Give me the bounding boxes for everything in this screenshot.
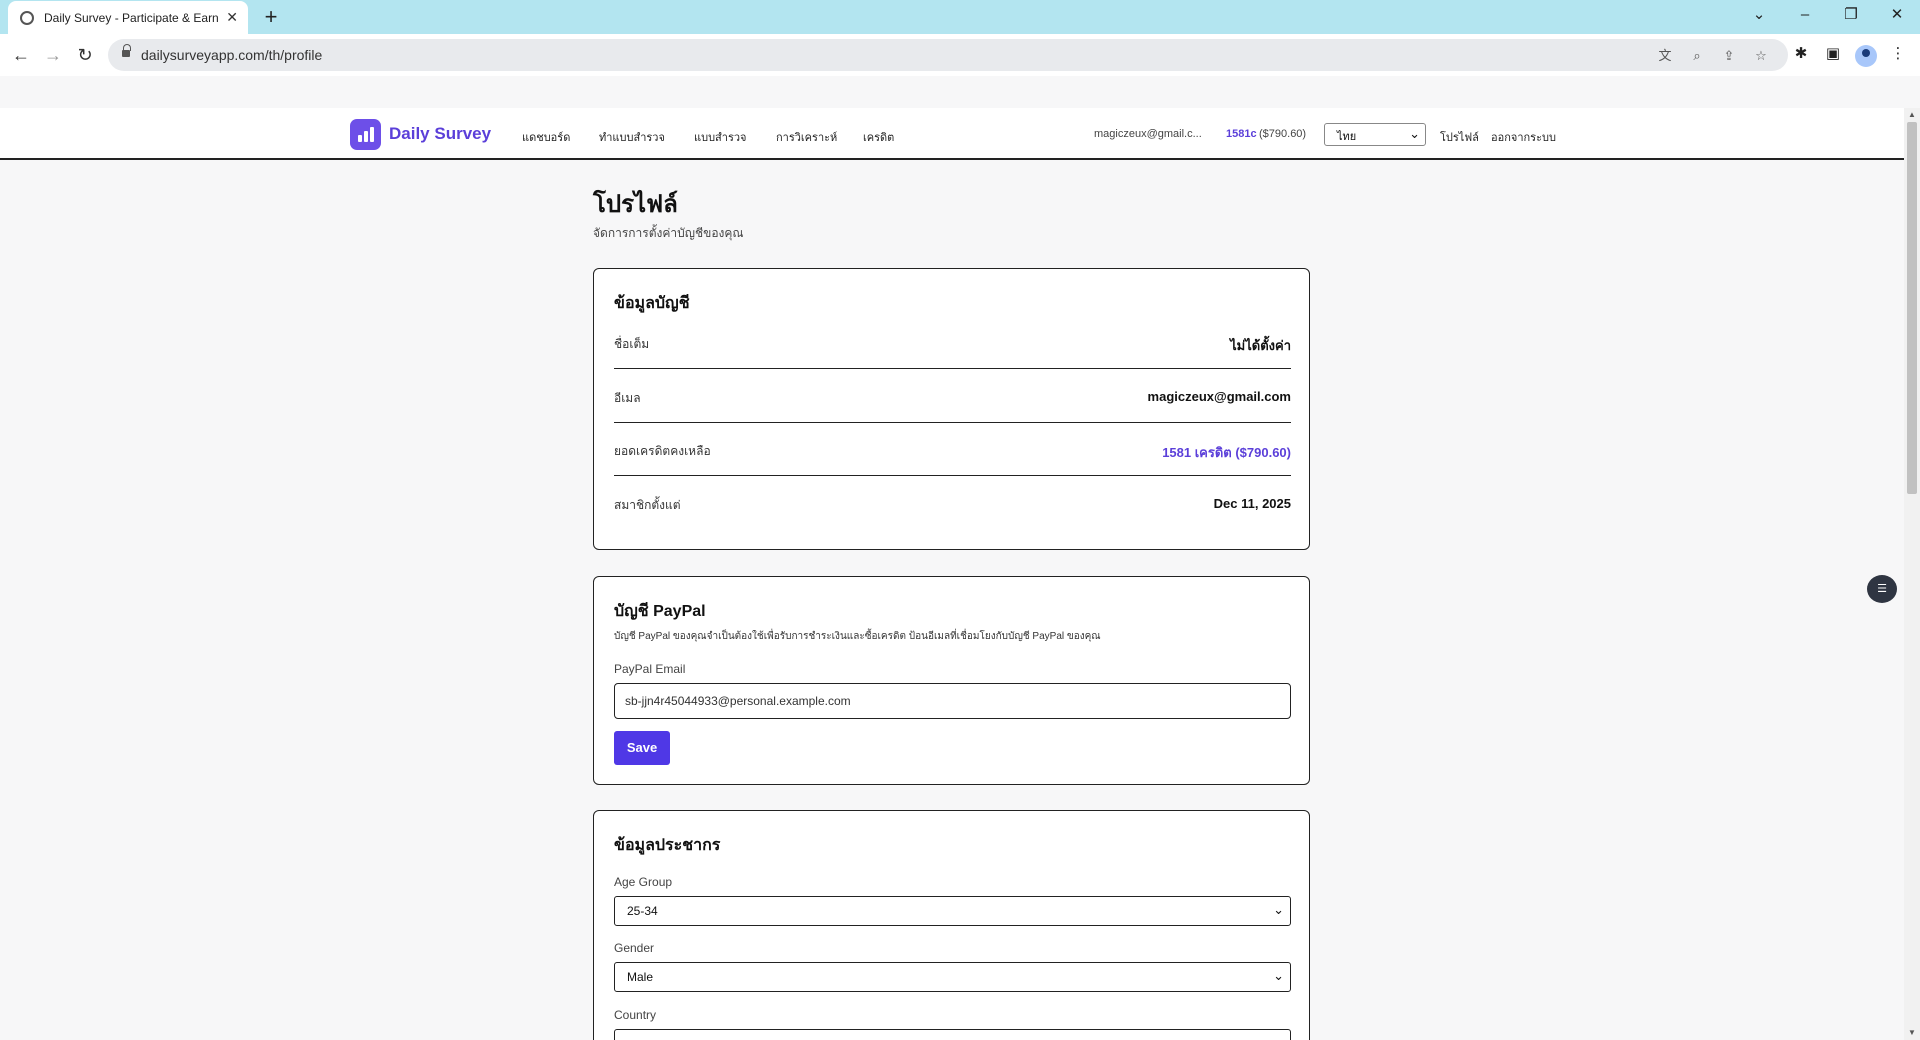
bookmark-star-icon[interactable]: ☆ [1751, 46, 1771, 66]
row-label: ยอดเครดิตคงเหลือ [614, 444, 711, 458]
translate-icon[interactable]: 文 [1655, 46, 1675, 66]
paypal-card: บัญชี PayPal บัญชี PayPal ของคุณจำเป็นต้… [593, 576, 1310, 785]
tab-title: Daily Survey - Participate & Earn [44, 10, 219, 25]
account-row-credits: ยอดเครดิตคงเหลือ 1581 เครดิต ($790.60) [614, 422, 1291, 476]
row-label: สมาชิกตั้งแต่ [614, 498, 681, 512]
zoom-icon[interactable]: ⌕ [1687, 46, 1707, 66]
credit-balance: 1581c [1226, 128, 1257, 140]
floating-menu-icon[interactable]: ☰ [1867, 575, 1897, 603]
brand-name[interactable]: Daily Survey [389, 124, 491, 144]
account-info-card: ข้อมูลบัญชี ชื่อเต็ม ไม่ได้ตั้งค่า อีเมล… [593, 268, 1310, 550]
close-tab-icon[interactable]: ✕ [226, 9, 238, 26]
address-bar[interactable]: dailysurveyapp.com/th/profile 文 ⌕ ⇪ ☆ [108, 39, 1788, 71]
minimize-button[interactable]: – [1782, 0, 1828, 30]
nav-take-survey[interactable]: ทำแบบสำรวจ [599, 128, 665, 146]
demographics-card-title: ข้อมูลประชากร [614, 837, 721, 854]
browser-tab-strip: Daily Survey - Participate & Earn ✕ + ⌄ … [0, 0, 1920, 34]
close-window-button[interactable]: ✕ [1874, 0, 1920, 30]
app-header: Daily Survey แดชบอร์ด ทำแบบสำรวจ แบบสำรว… [0, 108, 1904, 160]
account-row-member-since: สมาชิกตั้งแต่ Dec 11, 2025 [614, 476, 1291, 530]
extensions-icon[interactable]: ✱ [1791, 44, 1811, 64]
nav-analytics[interactable]: การวิเคราะห์ [776, 128, 837, 146]
nav-surveys[interactable]: แบบสำรวจ [694, 128, 746, 146]
row-value: 1581 เครดิต ($790.60) [1162, 445, 1291, 460]
profile-avatar-icon[interactable] [1855, 45, 1877, 67]
reload-button[interactable]: ↻ [72, 42, 98, 68]
age-group-label: Age Group [614, 875, 673, 889]
gender-label: Gender [614, 941, 655, 955]
scroll-up-arrow-icon[interactable]: ▲ [1908, 110, 1916, 119]
share-icon[interactable]: ⇪ [1719, 46, 1739, 66]
tab-search-icon[interactable]: ⌄ [1736, 0, 1782, 30]
paypal-email-input[interactable]: sb-jjn4r45044933@personal.example.com [614, 683, 1291, 719]
row-value: Dec 11, 2025 [1213, 496, 1291, 511]
scroll-down-arrow-icon[interactable]: ▼ [1908, 1028, 1916, 1037]
chevron-down-icon: ⌄ [1273, 968, 1284, 983]
restore-button[interactable]: ❐ [1828, 0, 1874, 30]
nav-credits[interactable]: เครดิต [863, 128, 894, 146]
bar-chart-icon[interactable] [350, 119, 381, 150]
country-select[interactable] [614, 1029, 1291, 1040]
chevron-down-icon: ⌄ [1409, 126, 1420, 141]
age-group-value: 25-34 [627, 904, 658, 918]
country-label: Country [614, 1008, 657, 1022]
row-value: magiczeux@gmail.com [1147, 389, 1291, 404]
gender-select[interactable]: Male ⌄ [614, 962, 1291, 992]
language-value: ไทย [1337, 131, 1357, 143]
row-value: ไม่ได้ตั้งค่า [1230, 338, 1291, 353]
age-group-select[interactable]: 25-34 ⌄ [614, 896, 1291, 926]
browser-menu-icon[interactable]: ⋮ [1888, 44, 1908, 64]
demographics-card: ข้อมูลประชากร Age Group 25-34 ⌄ Gender M… [593, 810, 1310, 1040]
gender-value: Male [627, 970, 654, 984]
scrollbar-thumb[interactable] [1907, 122, 1917, 494]
forward-button[interactable]: → [40, 42, 66, 68]
browser-tab[interactable]: Daily Survey - Participate & Earn ✕ [8, 1, 248, 34]
paypal-card-title: บัญชี PayPal [614, 603, 706, 620]
paypal-description: บัญชี PayPal ของคุณจำเป็นต้องใช้เพื่อรับ… [614, 631, 1101, 642]
side-panel-icon[interactable]: ▣ [1823, 44, 1843, 64]
chevron-down-icon: ⌄ [1273, 902, 1284, 917]
lock-icon[interactable] [122, 44, 131, 58]
globe-icon [20, 10, 34, 25]
back-button[interactable]: ← [8, 42, 34, 68]
account-row-fullname: ชื่อเต็ม ไม่ได้ตั้งค่า [614, 315, 1291, 369]
credit-balance-usd: ($790.60) [1259, 128, 1307, 140]
logout-link[interactable]: ออกจากระบบ [1491, 128, 1556, 146]
page-subtitle: จัดการการตั้งค่าบัญชีของคุณ [593, 226, 744, 240]
save-button[interactable]: Save [614, 731, 670, 765]
page-scrollbar[interactable]: ▲ ▼ [1904, 108, 1920, 1040]
nav-dashboard[interactable]: แดชบอร์ด [522, 128, 570, 146]
paypal-email-label: PayPal Email [614, 662, 686, 676]
row-label: อีเมล [614, 391, 641, 405]
new-tab-button[interactable]: + [258, 4, 284, 30]
profile-link[interactable]: โปรไฟล์ [1440, 128, 1479, 146]
account-row-email: อีเมล magiczeux@gmail.com [614, 369, 1291, 423]
account-card-title: ข้อมูลบัญชี [614, 295, 690, 312]
language-select[interactable]: ไทย ⌄ [1324, 123, 1426, 146]
page-title: โปรไฟล์ [593, 191, 678, 218]
url-text[interactable]: dailysurveyapp.com/th/profile [141, 47, 322, 63]
row-label: ชื่อเต็ม [614, 337, 650, 351]
user-email: magiczeux@gmail.c... [1094, 128, 1202, 140]
browser-toolbar: ← → ↻ dailysurveyapp.com/th/profile 文 ⌕ … [0, 34, 1920, 76]
